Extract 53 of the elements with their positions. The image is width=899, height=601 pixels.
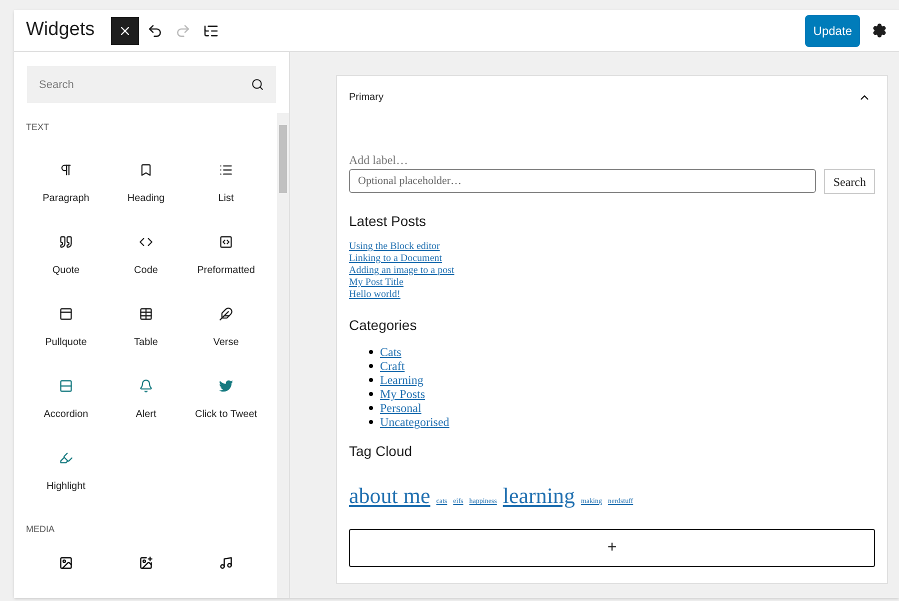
block-item[interactable]: List bbox=[186, 154, 266, 226]
bullet-icon bbox=[369, 392, 373, 396]
search-icon bbox=[251, 78, 264, 91]
post-link[interactable]: My Post Title bbox=[349, 277, 404, 289]
block-item[interactable]: Paragraph bbox=[26, 154, 106, 226]
category-link[interactable]: Learning bbox=[380, 373, 424, 387]
block-item[interactable]: Accordion bbox=[26, 370, 106, 442]
undo-icon[interactable] bbox=[146, 22, 163, 38]
tag-link[interactable]: about me bbox=[349, 479, 430, 512]
post-link[interactable]: Hello world! bbox=[349, 289, 400, 301]
category-link[interactable]: Craft bbox=[380, 359, 405, 373]
bullet-icon bbox=[369, 420, 373, 424]
bullet-icon bbox=[369, 406, 373, 410]
bullet-icon bbox=[369, 364, 373, 368]
search-input-field[interactable]: Optional placeholder… bbox=[349, 169, 816, 193]
category-link[interactable]: Uncategorised bbox=[380, 415, 450, 429]
category-heading: MEDIA bbox=[26, 522, 56, 536]
update-button[interactable]: Update bbox=[805, 14, 860, 46]
section-heading: Categories bbox=[349, 316, 418, 335]
block-item[interactable]: Quote bbox=[26, 226, 106, 298]
category-link[interactable]: My Posts bbox=[380, 387, 426, 401]
category-link[interactable]: Personal bbox=[380, 401, 422, 415]
block-item[interactable]: Click to Tweet bbox=[186, 370, 266, 442]
block-item[interactable]: Alert bbox=[106, 370, 186, 442]
image-icon[interactable] bbox=[59, 556, 73, 570]
close-button[interactable] bbox=[110, 16, 139, 44]
block-item[interactable]: Verse bbox=[186, 298, 266, 370]
page-title: Widgets bbox=[26, 18, 95, 42]
post-link[interactable]: Adding an image to a post bbox=[349, 265, 454, 277]
post-link[interactable]: Using the Block editor bbox=[349, 241, 440, 253]
search-field[interactable]: Search bbox=[27, 66, 276, 103]
section-heading: Tag Cloud bbox=[349, 442, 414, 461]
category-link[interactable]: Cats bbox=[380, 345, 402, 359]
post-link[interactable]: Linking to a Document bbox=[349, 253, 442, 265]
list-view-icon[interactable] bbox=[202, 22, 219, 38]
block-item[interactable]: Code bbox=[106, 226, 186, 298]
music-note-icon[interactable] bbox=[219, 556, 233, 570]
label-field[interactable]: Add label… bbox=[349, 152, 875, 168]
block-item[interactable]: Pullquote bbox=[26, 298, 106, 370]
category-heading: TEXT bbox=[26, 121, 50, 134]
add-block-button[interactable]: + bbox=[349, 529, 875, 567]
gallery-icon[interactable] bbox=[139, 556, 153, 570]
block-item[interactable]: Highlight bbox=[26, 442, 106, 514]
block-item[interactable]: Table bbox=[106, 298, 186, 370]
scrollbar[interactable] bbox=[277, 113, 289, 598]
bullet-icon bbox=[369, 350, 373, 354]
bullet-icon bbox=[369, 378, 373, 382]
tag-link[interactable]: learning bbox=[502, 479, 575, 512]
section-heading: Latest Posts bbox=[349, 212, 428, 231]
search-button[interactable]: Search bbox=[824, 169, 875, 194]
widget-area-title: Primary bbox=[349, 90, 384, 104]
block-item[interactable]: Preformatted bbox=[186, 226, 266, 298]
block-item[interactable]: Heading bbox=[106, 154, 186, 226]
